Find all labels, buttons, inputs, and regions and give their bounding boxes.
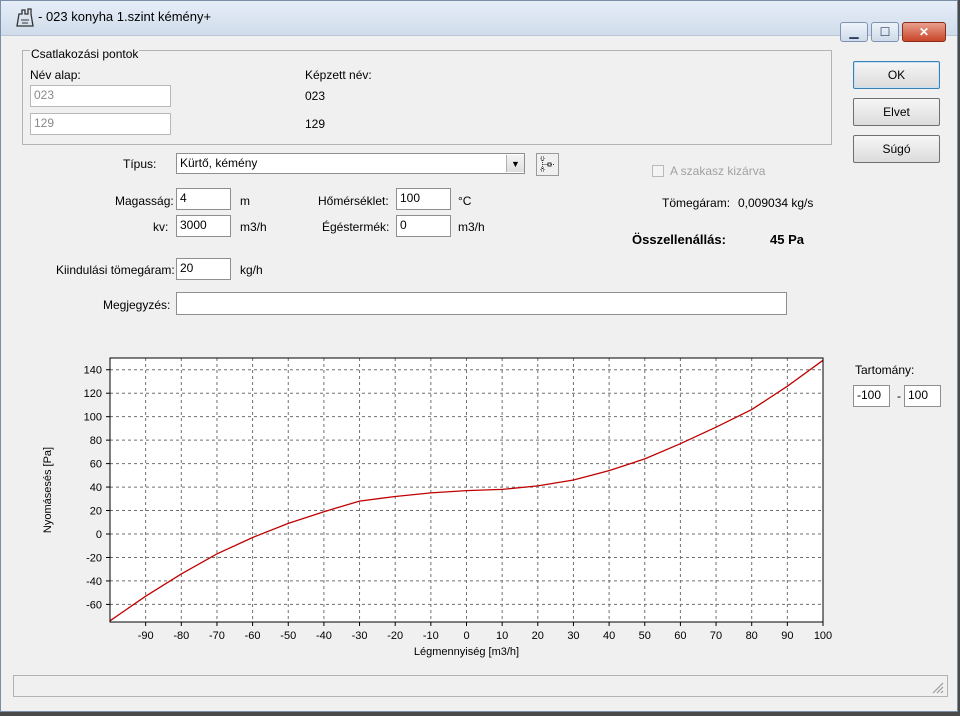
- note-input[interactable]: [176, 292, 787, 315]
- y-tick-label: 80: [90, 435, 102, 447]
- temperature-input[interactable]: 100: [396, 188, 451, 210]
- kv-label: kv:: [153, 220, 169, 234]
- cancel-button[interactable]: Elvet: [853, 98, 940, 126]
- temperature-unit: °C: [458, 194, 472, 208]
- y-axis-label: Nyomásesés [Pa]: [42, 447, 54, 533]
- tree-selector-button[interactable]: [536, 153, 559, 176]
- x-tick-label: 60: [674, 630, 686, 642]
- pressure-drop-chart: -90 -80 -70 -60 -50 -40 -30 -20 -10 0 10 20 30 40 50 60…: [42, 357, 832, 658]
- total-resistance-label: Összellenállás:: [632, 232, 726, 247]
- y-tick-label: 20: [90, 506, 102, 518]
- x-tick-label: -40: [316, 630, 332, 642]
- x-tick-label: -10: [423, 630, 439, 642]
- y-tick-label: -20: [86, 552, 102, 564]
- dropdown-arrow-icon[interactable]: ▼: [506, 155, 524, 172]
- app-icon: [16, 8, 34, 27]
- type-select[interactable]: Kürtő, kémény: [176, 153, 525, 174]
- x-tick-label: 20: [532, 630, 544, 642]
- y-tick-label: 40: [90, 482, 102, 494]
- window-title: - 023 konyha 1.szint kémény+: [38, 9, 212, 24]
- built-name-value-2: 129: [305, 117, 326, 131]
- start-massflow-input[interactable]: 20: [176, 258, 231, 280]
- y-tick-label: -60: [86, 599, 102, 611]
- x-tick-label: 80: [746, 630, 758, 642]
- excluded-checkbox[interactable]: [652, 165, 664, 177]
- x-tick-label: -50: [280, 630, 296, 642]
- x-tick-label: -80: [173, 630, 189, 642]
- x-tick-label: 50: [639, 630, 651, 642]
- x-tick-label: 90: [781, 630, 793, 642]
- close-button[interactable]: ✕: [902, 22, 946, 42]
- start-massflow-unit: kg/h: [240, 263, 263, 277]
- excluded-label: A szakasz kizárva: [670, 164, 766, 178]
- y-tick-label: 140: [84, 365, 102, 377]
- built-name-label: Képzett név:: [305, 68, 372, 82]
- total-resistance-value: 45 Pa: [770, 232, 804, 247]
- range-max-input[interactable]: 100: [904, 385, 941, 407]
- massflow-label: Tömegáram:: [662, 196, 731, 210]
- close-icon: ✕: [918, 25, 930, 39]
- type-label: Típus:: [123, 157, 157, 171]
- range-label: Tartomány:: [855, 363, 915, 377]
- x-tick-label: -30: [352, 630, 368, 642]
- minimize-button[interactable]: ▁: [840, 22, 868, 42]
- ok-button[interactable]: OK: [853, 61, 940, 89]
- x-tick-label: 70: [710, 630, 722, 642]
- range-separator: -: [897, 389, 901, 403]
- exhaust-input[interactable]: 0: [396, 215, 451, 237]
- start-massflow-label: Kiindulási tömegáram:: [56, 263, 175, 277]
- y-tick-label: 100: [84, 412, 102, 424]
- x-axis-label: Légmennyiség [m3/h]: [414, 646, 519, 658]
- y-tick-label: 120: [84, 388, 102, 400]
- name-base-field-1: 023: [30, 85, 171, 107]
- kv-input[interactable]: 3000: [176, 215, 231, 237]
- x-tick-label: -90: [138, 630, 154, 642]
- chart-panel: -90 -80 -70 -60 -50 -40 -30 -20 -10 0 10 20 30 40 50 60…: [13, 340, 845, 670]
- minimize-icon: ▁: [849, 25, 859, 39]
- exhaust-label: Égéstermék:: [322, 220, 390, 234]
- exhaust-unit: m3/h: [458, 220, 485, 234]
- y-tick-label: -40: [86, 576, 102, 588]
- height-input[interactable]: 4: [176, 188, 231, 210]
- built-name-value-1: 023: [305, 89, 326, 103]
- maximize-icon: ☐: [879, 25, 891, 39]
- x-tick-label: 40: [603, 630, 615, 642]
- height-label: Magasság:: [115, 194, 174, 208]
- status-bar: [13, 675, 948, 697]
- x-tick-label: -20: [387, 630, 403, 642]
- y-tick-label: 60: [90, 459, 102, 471]
- connection-points-legend: Csatlakozási pontok: [30, 47, 140, 61]
- kv-unit: m3/h: [240, 220, 267, 234]
- massflow-value: 0,009034 kg/s: [738, 196, 814, 210]
- maximize-button[interactable]: ☐: [871, 22, 899, 42]
- x-tick-label: -70: [209, 630, 225, 642]
- help-button[interactable]: Súgó: [853, 135, 940, 163]
- note-label: Megjegyzés:: [103, 298, 171, 312]
- x-tick-label: -60: [245, 630, 261, 642]
- resize-grip-icon[interactable]: [930, 680, 944, 694]
- x-tick-label: 0: [463, 630, 469, 642]
- height-unit: m: [240, 194, 250, 208]
- range-min-input[interactable]: -100: [853, 385, 890, 407]
- x-tick-label: 10: [496, 630, 508, 642]
- y-tick-label: 0: [96, 529, 102, 541]
- name-base-field-2: 129: [30, 113, 171, 135]
- name-base-label: Név alap:: [30, 68, 81, 82]
- x-tick-label: 100: [814, 630, 832, 642]
- x-tick-label: 30: [567, 630, 579, 642]
- temperature-label: Hőmérséklet:: [318, 194, 389, 208]
